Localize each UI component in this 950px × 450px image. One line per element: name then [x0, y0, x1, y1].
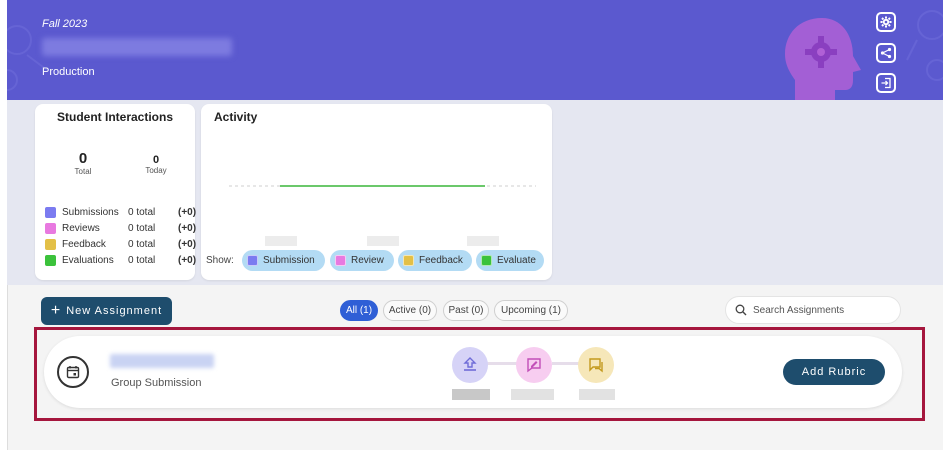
filter-feedback[interactable]: Feedback: [398, 250, 472, 271]
filter-label: Feedback: [419, 255, 463, 266]
legend-total: 0 total: [128, 255, 156, 266]
filter-label: Submission: [263, 255, 315, 266]
legend-delta: (+0): [178, 223, 197, 234]
legend-name: Feedback: [62, 239, 106, 250]
course-banner: Fall 2023 Production: [7, 0, 943, 100]
search-input[interactable]: [753, 304, 893, 316]
legend-row-reviews: Reviews 0 total (+0): [45, 223, 196, 234]
evaluate-swatch: [481, 255, 492, 266]
total-value: 0: [78, 150, 88, 167]
filter-label: Review: [351, 255, 384, 266]
legend-delta: (+0): [178, 255, 197, 266]
share-button[interactable]: [876, 43, 896, 63]
legend-total: 0 total: [128, 207, 156, 218]
total-label: Total: [74, 167, 92, 176]
new-assignment-label: New Assignment: [66, 305, 163, 317]
filter-label: Evaluate: [497, 255, 536, 266]
tab-active[interactable]: Active (0): [383, 300, 437, 321]
show-label: Show:: [206, 255, 234, 266]
settings-button[interactable]: [876, 12, 896, 32]
today-label: Today: [145, 166, 167, 175]
evaluations-swatch: [45, 255, 56, 266]
tab-all[interactable]: All (1): [340, 300, 378, 321]
section-label: Production: [42, 66, 95, 78]
feedback-swatch: [403, 255, 414, 266]
legend-row-feedback: Feedback 0 total (+0): [45, 239, 196, 250]
reviews-swatch: [45, 223, 56, 234]
filter-evaluate[interactable]: Evaluate: [476, 250, 544, 271]
legend-name: Reviews: [62, 223, 100, 234]
selection-highlight: [34, 327, 925, 421]
feedback-swatch: [45, 239, 56, 250]
student-interactions-card: Student Interactions 0 Total 0 Today Sub…: [35, 104, 196, 280]
plus-icon: +: [50, 302, 61, 319]
term-label: Fall 2023: [42, 18, 88, 30]
search-box[interactable]: [725, 296, 901, 324]
legend-row-evaluations: Evaluations 0 total (+0): [45, 255, 196, 266]
share-icon: [880, 47, 892, 59]
review-swatch: [335, 255, 346, 266]
gear-icon: [880, 16, 892, 28]
today-value: 0: [152, 154, 160, 166]
axis-label-placeholder: [367, 236, 399, 246]
today-stat: 0 Today: [141, 154, 171, 175]
legend-delta: (+0): [178, 239, 197, 250]
head-gear-illustration: [785, 18, 861, 100]
axis-label-placeholder: [265, 236, 297, 246]
tab-past[interactable]: Past (0): [443, 300, 489, 321]
exit-button[interactable]: [876, 73, 896, 93]
legend-name: Submissions: [62, 207, 119, 218]
tab-upcoming[interactable]: Upcoming (1): [494, 300, 568, 321]
legend-row-submissions: Submissions 0 total (+0): [45, 207, 196, 218]
legend-name: Evaluations: [62, 255, 114, 266]
axis-label-placeholder: [467, 236, 499, 246]
sign-out-icon: [881, 77, 891, 89]
course-name-redacted: [42, 38, 232, 56]
filter-submission[interactable]: Submission: [242, 250, 325, 271]
new-assignment-button[interactable]: + New Assignment: [41, 297, 172, 325]
legend-total: 0 total: [128, 223, 156, 234]
legend-delta: (+0): [178, 207, 197, 218]
card-title: Student Interactions: [56, 110, 173, 124]
submission-swatch: [247, 255, 258, 266]
filter-review[interactable]: Review: [330, 250, 394, 271]
total-stat: 0 Total: [67, 150, 99, 176]
legend-total: 0 total: [128, 239, 156, 250]
search-icon: [735, 304, 747, 316]
submissions-swatch: [45, 207, 56, 218]
